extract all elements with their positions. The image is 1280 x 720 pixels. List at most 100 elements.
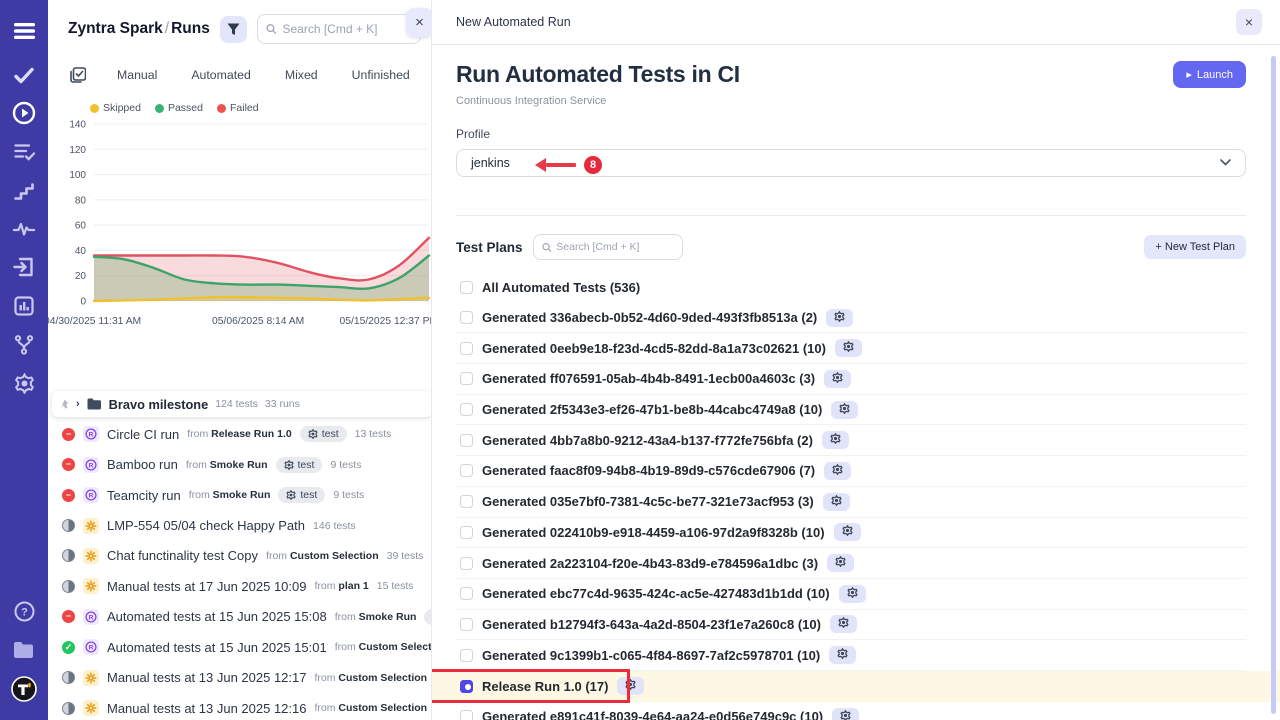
test-plan-checkbox[interactable]	[460, 710, 473, 720]
legend-item-passed[interactable]: Passed	[155, 102, 203, 114]
test-tag-badge[interactable]: test	[276, 457, 323, 473]
test-plan-checkbox[interactable]	[460, 618, 473, 631]
test-plan-settings-button[interactable]	[835, 339, 862, 357]
test-plan-settings-button[interactable]	[824, 370, 851, 388]
test-plan-row[interactable]: Release Run 1.0 (17)	[432, 671, 1280, 702]
modal-close-button[interactable]: ×	[1236, 9, 1262, 35]
select-all-icon[interactable]	[70, 67, 86, 83]
test-plan-row[interactable]: Generated ebc77c4d-9635-424c-ac5e-427483…	[456, 579, 1246, 610]
test-plan-settings-button[interactable]	[830, 615, 857, 633]
test-plan-settings-button[interactable]	[831, 401, 858, 419]
run-row[interactable]: Manual tests at 17 Jun 2025 10:09 from p…	[48, 571, 432, 601]
legend-item-skipped[interactable]: Skipped	[90, 102, 141, 114]
test-plan-label: Generated 035e7bf0-7381-4c5c-be77-321e73…	[482, 494, 814, 509]
test-plan-settings-button[interactable]	[839, 585, 866, 603]
new-test-plan-button[interactable]: + New Test Plan	[1144, 235, 1246, 259]
test-plan-checkbox[interactable]	[460, 372, 473, 385]
test-plan-row[interactable]: Generated b12794f3-643a-4a2d-8504-23f1e7…	[456, 610, 1246, 641]
pulse-icon[interactable]	[0, 214, 48, 244]
test-plan-settings-button[interactable]	[826, 309, 853, 327]
breadcrumb-project[interactable]: Zyntra Spark	[68, 20, 163, 37]
profile-select[interactable]: jenkins 8	[456, 149, 1246, 177]
test-plan-settings-button[interactable]	[822, 431, 849, 449]
milestone-name[interactable]: Bravo milestone	[109, 397, 209, 412]
test-plan-settings-button[interactable]	[824, 462, 851, 480]
launch-button[interactable]: ▸ Launch	[1173, 61, 1246, 88]
test-plan-checkbox[interactable]	[460, 587, 473, 600]
test-plan-checkbox[interactable]	[460, 464, 473, 477]
steps-icon[interactable]	[0, 176, 48, 206]
expand-chevron-icon[interactable]: ›	[76, 398, 80, 410]
test-plan-row[interactable]: Generated 9c1399b1-c065-4f84-8697-7af2c5…	[456, 640, 1246, 671]
test-plan-settings-button[interactable]	[827, 554, 854, 572]
test-plan-row[interactable]: Generated 022410b9-e918-4459-a106-97d2a9…	[456, 518, 1246, 549]
test-plan-row[interactable]: Generated 0eeb9e18-f23d-4cd5-82dd-8a1a73…	[456, 333, 1246, 364]
test-plan-row[interactable]: Generated 2a223104-f20e-4b43-83d9-e78459…	[456, 548, 1246, 579]
test-plan-checkbox[interactable]	[460, 403, 473, 416]
test-plan-row[interactable]: Generated faac8f09-94b8-4b19-89d9-c576cd…	[456, 456, 1246, 487]
test-plan-settings-button[interactable]	[832, 708, 859, 720]
run-row[interactable]: ✓ R Automated tests at 15 Jun 2025 15:01…	[48, 632, 432, 662]
run-row[interactable]: Manual tests at 13 Jun 2025 12:16 from C…	[48, 693, 432, 720]
test-plan-settings-button[interactable]	[834, 523, 861, 541]
run-row[interactable]: − R Automated tests at 15 Jun 2025 15:08…	[48, 602, 432, 632]
play-circle-icon[interactable]	[0, 98, 48, 128]
branch-icon[interactable]	[0, 330, 48, 360]
logo-t-icon[interactable]	[0, 674, 48, 704]
test-plan-settings-button[interactable]	[617, 677, 644, 695]
x-axis-label: 05/15/2025 12:37 PM	[340, 316, 432, 327]
menu-icon[interactable]	[0, 16, 48, 46]
automated-run-icon: R	[83, 487, 99, 503]
test-plan-row[interactable]: Generated e891c41f-8039-4e64-aa24-e0d56e…	[456, 702, 1246, 720]
test-plan-row[interactable]: Generated 4bb7a8b0-9212-43a4-b137-f772fe…	[456, 425, 1246, 456]
test-plan-checkbox[interactable]	[460, 557, 473, 570]
settings-gear-icon[interactable]	[0, 368, 48, 398]
run-row[interactable]: Manual tests at 13 Jun 2025 12:17 from C…	[48, 663, 432, 693]
import-icon[interactable]	[0, 252, 48, 282]
run-row[interactable]: − R Teamcity run from Smoke Run test 9 t…	[48, 480, 432, 510]
test-plan-checkbox[interactable]	[460, 342, 473, 355]
test-plan-row[interactable]: Generated 035e7bf0-7381-4c5c-be77-321e73…	[456, 487, 1246, 518]
run-row[interactable]: Chat functinality test Copy from Custom …	[48, 541, 432, 571]
test-plan-row[interactable]: All Automated Tests (536)	[456, 272, 1246, 303]
test-plan-checkbox[interactable]	[460, 311, 473, 324]
test-plan-settings-button[interactable]	[829, 646, 856, 664]
scrollbar-thumb[interactable]	[1271, 56, 1276, 714]
tab-unfinished[interactable]: Unfinished	[335, 64, 427, 86]
tab-manual[interactable]: Manual	[100, 64, 174, 86]
check-icon[interactable]	[0, 60, 48, 90]
test-plan-row[interactable]: Generated ff076591-05ab-4b4b-8491-1ecb00…	[456, 364, 1246, 395]
run-row[interactable]: LMP-554 05/04 check Happy Path 146 tests	[48, 510, 432, 540]
test-plan-checkbox[interactable]	[460, 526, 473, 539]
profile-value: jenkins	[471, 156, 510, 170]
folder-icon[interactable]	[0, 635, 48, 665]
list-check-icon[interactable]	[0, 137, 48, 167]
test-plan-checkbox[interactable]	[460, 281, 473, 294]
test-tag-badge[interactable]: test	[278, 487, 325, 503]
test-plans-search-input[interactable]	[556, 241, 673, 253]
test-plan-settings-button[interactable]	[823, 493, 850, 511]
test-plan-checkbox[interactable]	[460, 680, 473, 693]
report-icon[interactable]	[0, 291, 48, 321]
test-tag-badge[interactable]: test	[424, 609, 432, 625]
test-plan-row[interactable]: Generated 336abecb-0b52-4d60-9ded-493f3f…	[456, 303, 1246, 334]
tab-mixed[interactable]: Mixed	[268, 64, 335, 86]
tab-automated[interactable]: Automated	[174, 64, 267, 86]
test-tag-badge[interactable]: test	[300, 426, 347, 442]
runs-search-input[interactable]	[282, 22, 412, 36]
run-from: from plan 1	[314, 580, 368, 592]
tab-groups[interactable]: Groups	[427, 64, 432, 86]
filter-button[interactable]	[220, 16, 247, 43]
test-plan-checkbox[interactable]	[460, 434, 473, 447]
panel-close-button[interactable]: ×	[406, 8, 432, 37]
test-plan-row[interactable]: Generated 2f5343e3-ef26-47b1-be8b-44cabc…	[456, 395, 1246, 426]
test-plan-checkbox[interactable]	[460, 495, 473, 508]
milestone-row[interactable]: › Bravo milestone 124 tests 33 runs	[52, 391, 432, 417]
legend-item-failed[interactable]: Failed	[217, 102, 259, 114]
help-icon[interactable]: ?	[0, 596, 48, 626]
test-plan-checkbox[interactable]	[460, 649, 473, 662]
run-row[interactable]: − R Bamboo run from Smoke Run test 9 tes…	[48, 449, 432, 479]
runs-search[interactable]	[257, 14, 421, 44]
test-plans-search[interactable]	[533, 234, 683, 260]
run-row[interactable]: − R Circle CI run from Release Run 1.0 t…	[48, 419, 432, 449]
